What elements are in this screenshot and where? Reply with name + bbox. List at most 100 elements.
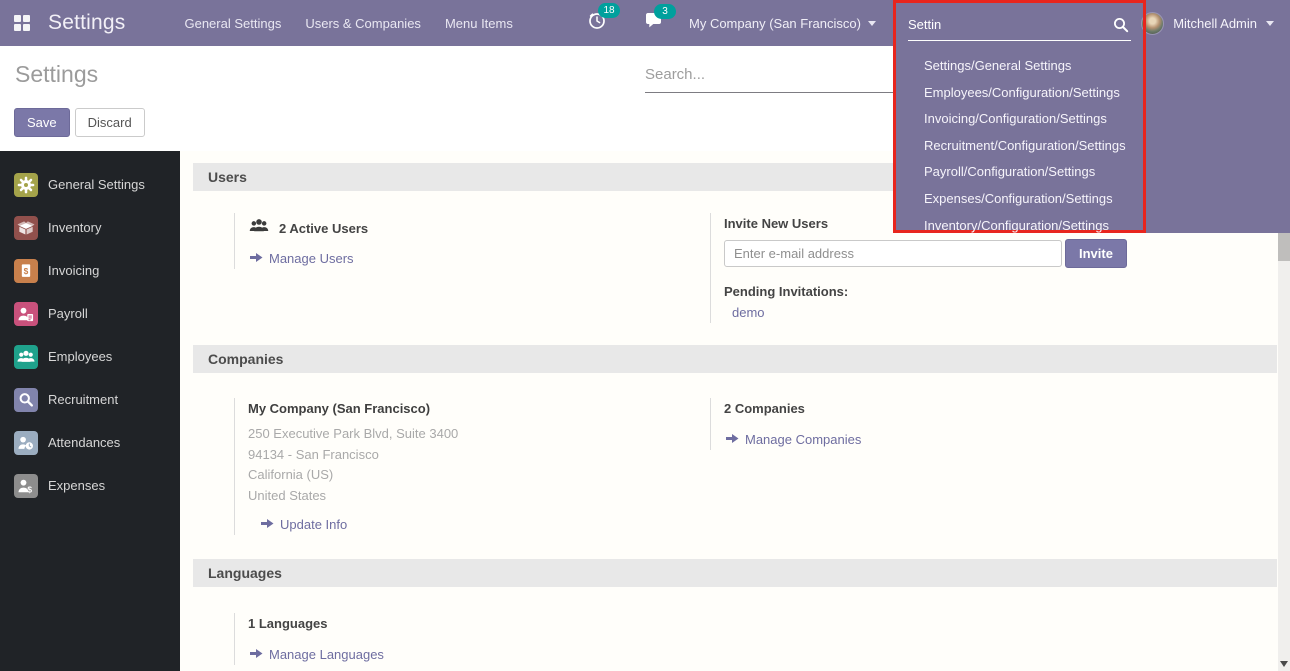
menu-search-panel: Mitchell Admin Settings/General Settings… [893, 0, 1290, 233]
sidebar-item-employees[interactable]: Employees [0, 335, 180, 378]
pending-invitations-label: Pending Invitations: [724, 284, 1278, 299]
menu-users-companies[interactable]: Users & Companies [303, 12, 423, 35]
activity-count-badge: 18 [598, 3, 620, 18]
app-title: Settings [48, 11, 125, 35]
users-group-icon [248, 216, 270, 240]
address-line: 250 Executive Park Blvd, Suite 3400 [248, 424, 710, 445]
attendance-icon [14, 431, 38, 455]
address-line: 94134 - San Francisco [248, 445, 710, 466]
sidebar-item-label: Invoicing [48, 263, 99, 278]
invoice-icon: $ [14, 259, 38, 283]
save-button[interactable]: Save [14, 108, 70, 137]
user-name: Mitchell Admin [1173, 16, 1257, 31]
chevron-down-icon [868, 21, 876, 26]
scrollbar-thumb[interactable] [1278, 233, 1290, 261]
manage-languages-label: Manage Languages [269, 647, 384, 662]
sidebar-item-payroll[interactable]: Payroll [0, 292, 180, 335]
settings-sidebar: General Settings Inventory $ Invoicing P… [0, 151, 180, 671]
expense-icon: $ [14, 474, 38, 498]
settings-search [645, 58, 893, 93]
manage-languages-link[interactable]: Manage Languages [248, 647, 710, 662]
arrow-right-icon [726, 432, 739, 447]
companies-left-column: My Company (San Francisco) 250 Executive… [180, 398, 710, 535]
companies-count: 2 Companies [724, 401, 1278, 416]
menu-search-input[interactable] [908, 11, 1131, 40]
search-result-item[interactable]: Inventory/Configuration/Settings [924, 213, 1143, 240]
scrollbar-down-arrow-icon[interactable] [1280, 661, 1288, 667]
search-result-item[interactable]: Payroll/Configuration/Settings [924, 159, 1143, 186]
svg-text:$: $ [27, 484, 32, 494]
activity-button[interactable]: 18 [588, 11, 607, 35]
systray: 18 3 My Company (San Francisco) [588, 0, 876, 46]
chevron-down-icon [1266, 21, 1274, 26]
clock-icon [588, 17, 607, 34]
company-address: 250 Executive Park Blvd, Suite 3400 9413… [248, 424, 710, 506]
sidebar-item-label: Attendances [48, 435, 120, 450]
manage-companies-label: Manage Companies [745, 432, 861, 447]
settings-search-input[interactable] [645, 58, 893, 93]
search-result-item[interactable]: Recruitment/Configuration/Settings [924, 133, 1143, 160]
sidebar-item-recruitment[interactable]: Recruitment [0, 378, 180, 421]
sidebar-item-label: General Settings [48, 177, 145, 192]
sidebar-item-label: Employees [48, 349, 112, 364]
page-title: Settings [15, 61, 98, 88]
recruitment-icon [14, 388, 38, 412]
messages-button[interactable]: 3 [644, 12, 663, 35]
sidebar-item-label: Inventory [48, 220, 101, 235]
box-icon [14, 216, 38, 240]
section-header-companies: Companies [193, 345, 1277, 373]
sidebar-item-attendances[interactable]: Attendances [0, 421, 180, 464]
invite-email-input[interactable] [724, 240, 1062, 267]
sidebar-item-label: Payroll [48, 306, 88, 321]
update-info-link[interactable]: Update Info [248, 517, 710, 532]
messages-count-badge: 3 [654, 4, 676, 19]
sidebar-item-inventory[interactable]: Inventory [0, 206, 180, 249]
apps-menu-icon[interactable] [14, 15, 30, 31]
sidebar-item-expenses[interactable]: $ Expenses [0, 464, 180, 507]
svg-text:$: $ [24, 265, 29, 275]
manage-users-label: Manage Users [269, 251, 354, 266]
menu-search-highlight-box: Settings/General Settings Employees/Conf… [893, 0, 1146, 233]
menu-search-results: Settings/General Settings Employees/Conf… [896, 53, 1143, 239]
menu-menu-items[interactable]: Menu Items [443, 12, 515, 35]
control-buttons: Save Discard [14, 108, 145, 137]
active-users-count: 2 Active Users [279, 221, 368, 236]
sidebar-item-invoicing[interactable]: $ Invoicing [0, 249, 180, 292]
company-switcher-label: My Company (San Francisco) [689, 16, 861, 31]
update-info-label: Update Info [280, 517, 347, 532]
address-line: United States [248, 486, 710, 507]
employees-icon [14, 345, 38, 369]
search-result-item[interactable]: Settings/General Settings [924, 53, 1143, 80]
address-line: California (US) [248, 465, 710, 486]
discard-button[interactable]: Discard [75, 108, 145, 137]
invite-button[interactable]: Invite [1065, 239, 1127, 268]
search-result-item[interactable]: Invoicing/Configuration/Settings [924, 106, 1143, 133]
section-header-languages: Languages [193, 559, 1277, 587]
arrow-right-icon [250, 647, 263, 662]
gear-icon [14, 173, 38, 197]
sidebar-item-general-settings[interactable]: General Settings [0, 163, 180, 206]
navbar-menu: General Settings Users & Companies Menu … [182, 12, 514, 35]
sidebar-item-label: Recruitment [48, 392, 118, 407]
company-switcher[interactable]: My Company (San Francisco) [689, 16, 876, 31]
arrow-right-icon [250, 251, 263, 266]
company-name: My Company (San Francisco) [248, 401, 710, 416]
users-left-column: 2 Active Users Manage Users [180, 213, 710, 323]
languages-section-body: 1 Languages Manage Languages [180, 587, 1278, 671]
pending-invitation-user[interactable]: demo [724, 305, 1278, 320]
user-menu[interactable]: Mitchell Admin [1141, 0, 1274, 46]
search-result-item[interactable]: Expenses/Configuration/Settings [924, 186, 1143, 213]
chat-bubble-icon [644, 17, 663, 34]
manage-companies-link[interactable]: Manage Companies [724, 432, 1278, 447]
menu-general-settings[interactable]: General Settings [182, 12, 283, 35]
languages-left-column: 1 Languages Manage Languages [180, 613, 710, 665]
payroll-icon [14, 302, 38, 326]
sidebar-item-label: Expenses [48, 478, 105, 493]
languages-count: 1 Languages [248, 616, 710, 631]
manage-users-link[interactable]: Manage Users [248, 251, 710, 266]
search-icon [1113, 17, 1129, 38]
arrow-right-icon [261, 517, 274, 532]
companies-section-body: My Company (San Francisco) 250 Executive… [180, 373, 1278, 547]
odoo-settings-screen: Settings General Settings Users & Compan… [0, 0, 1290, 671]
search-result-item[interactable]: Employees/Configuration/Settings [924, 80, 1143, 107]
